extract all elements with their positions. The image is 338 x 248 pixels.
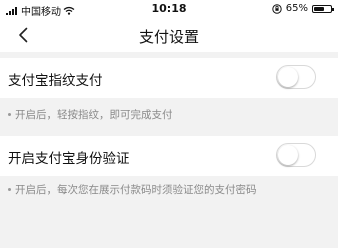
setting-hint-identity-verify: 开启后，每次您在展示付款码时须验证您的支付密码 (8, 182, 257, 197)
nav-bar: 支付设置 (0, 18, 338, 52)
page-title: 支付设置 (138, 28, 199, 46)
status-bar: 中国移动 10:18 65% (0, 0, 338, 18)
toggle-knob (278, 67, 298, 87)
bullet-icon (8, 188, 11, 191)
hint-text: 开启后，轻按指纹，即可完成支付 (15, 109, 173, 121)
bullet-icon (8, 113, 11, 116)
setting-row-fingerprint-pay: 支付宝指纹支付 (0, 58, 338, 98)
battery-icon (312, 4, 334, 13)
toggle-knob (278, 145, 298, 165)
setting-row-identity-verify: 开启支付宝身份验证 (0, 136, 338, 176)
setting-hint-fingerprint-pay: 开启后，轻按指纹，即可完成支付 (8, 107, 173, 122)
status-right: 65% (272, 3, 334, 14)
orientation-lock-icon (272, 3, 282, 14)
identity-verify-toggle[interactable] (276, 143, 316, 167)
battery-percent: 65% (285, 3, 308, 14)
hint-text: 开启后，每次您在展示付款码时须验证您的支付密码 (15, 184, 257, 196)
battery-level (314, 6, 325, 11)
fingerprint-pay-toggle[interactable] (276, 65, 316, 89)
setting-label: 开启支付宝身份验证 (8, 151, 130, 167)
setting-label: 支付宝指纹支付 (8, 73, 103, 89)
